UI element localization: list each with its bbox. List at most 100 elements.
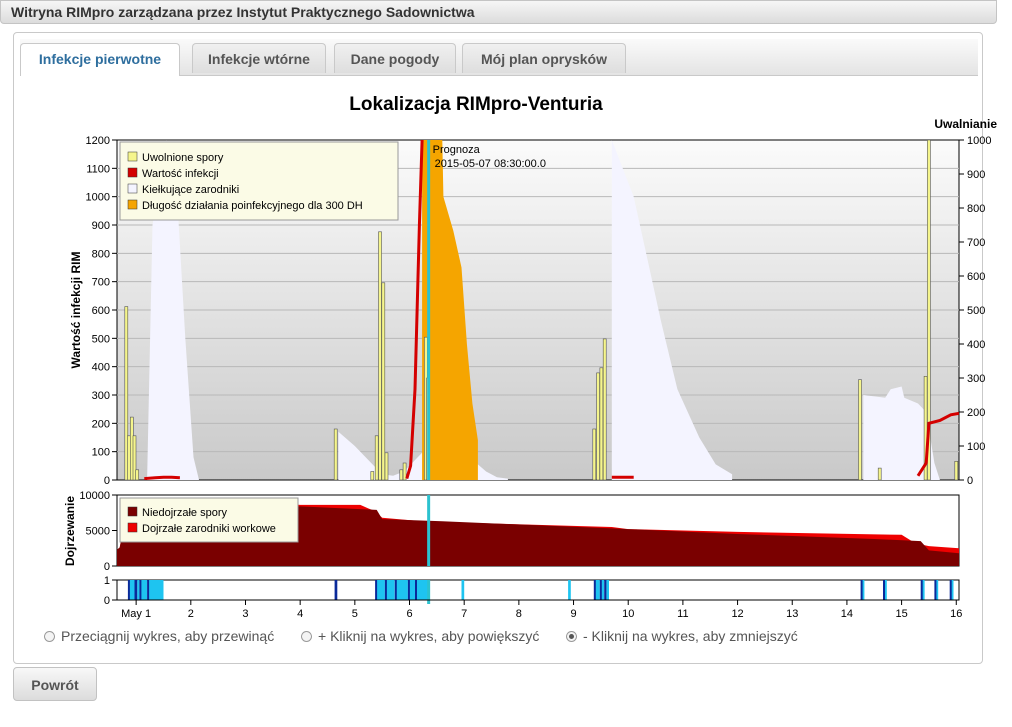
wetness-plot-area[interactable]: [116, 579, 960, 601]
released-spores-bar: [135, 469, 139, 480]
legend-label-germinating-spores: Kiełkujące zarodniki: [142, 184, 239, 196]
x-tick-label: 11: [677, 608, 688, 620]
legend-swatch-germinating-spores: [127, 183, 138, 194]
legend-swatch-immature-spores: [127, 506, 138, 517]
wetness-bar-dark: [415, 580, 417, 600]
wetness-bar-light: [416, 580, 429, 600]
wetness-bar-dark: [384, 580, 387, 600]
released-spores-bar: [333, 428, 338, 480]
wetness-bar-light: [606, 580, 609, 600]
x-tick-label: 7: [461, 608, 467, 620]
x-tick-label: 13: [786, 608, 798, 620]
wetness-bar-light: [409, 580, 415, 600]
legend-swatch-mature-ascospores: [127, 522, 138, 533]
y-axis-label-right: Uwalnianie: [934, 117, 997, 131]
wetness-bar-dark: [375, 580, 378, 600]
y-tick-label-left: 400: [92, 362, 110, 374]
legend-swatch-infection-value: [127, 167, 138, 178]
released-spores-bar: [877, 467, 882, 480]
legend-swatch-released-spores: [127, 151, 138, 162]
wetness-bar-light: [922, 580, 925, 600]
x-tick-label: 4: [297, 608, 303, 620]
wetness-bar-dark: [604, 580, 607, 600]
wetness-bar-dark: [883, 580, 885, 600]
y-tick-label-right: 200: [967, 407, 985, 419]
wetness-bar-dark: [593, 580, 596, 600]
x-tick-label: May 1: [121, 608, 151, 620]
wetness-bar-light: [376, 580, 385, 600]
forecast-datetime: 2015-05-07 08:30:00.0: [435, 158, 546, 170]
wetness-bar-dark: [599, 580, 602, 600]
option-drag-scroll[interactable]: Przeciągnij wykres, aby przewinąć: [44, 628, 274, 644]
wetness-bar-dark: [334, 580, 338, 600]
wetness-bar-dark: [134, 580, 138, 600]
y-tick-label-left: 700: [92, 277, 110, 289]
rimpro-chart[interactable]: Lokalizacja RIMpro-Venturia 010020030040…: [0, 0, 1012, 627]
radio-zoom-in[interactable]: [301, 630, 312, 642]
wetness-bar-light: [148, 580, 164, 600]
wetness-bar-dark: [127, 580, 130, 600]
y-tick-label-right: 600: [967, 271, 985, 283]
wetness-bar-dark: [407, 580, 410, 600]
wetness-bar-light: [396, 580, 408, 600]
legend-label-post-infection: Długość działania poinfekcyjnego dla 300…: [142, 200, 363, 212]
option-zoom-out-label: - Kliknij na wykres, aby zmniejszyć: [583, 628, 798, 644]
legend-label-mature-ascospores: Dojrzałe zarodniki workowe: [142, 523, 276, 535]
wetness-bar-dark: [934, 580, 937, 600]
wetness-bar-light: [137, 580, 140, 600]
wetness-bar-light: [595, 580, 600, 600]
radio-zoom-out[interactable]: [566, 630, 577, 642]
released-spores-bar: [374, 435, 379, 480]
legend-label-immature-spores: Niedojrzałe spory: [142, 507, 227, 519]
y-tick-label-right: 400: [967, 339, 985, 351]
y-tick-label-right: 100: [967, 441, 985, 453]
option-zoom-out[interactable]: - Kliknij na wykres, aby zmniejszyć: [566, 628, 798, 644]
wetness-y-tick-label: 1: [104, 575, 110, 587]
released-spores-bar: [596, 372, 600, 480]
maturation-legend: Niedojrzałe spory Dojrzałe zarodniki wor…: [119, 497, 299, 543]
y-tick-label-right: 500: [967, 305, 985, 317]
wetness-bar-dark: [147, 580, 150, 600]
wetness-bar-dark: [860, 580, 863, 600]
released-spores-bar: [592, 428, 597, 480]
x-tick-label: 8: [516, 608, 522, 620]
x-tick-label: 14: [841, 608, 853, 620]
y-tick-label-left: 600: [92, 305, 110, 317]
released-spores-bar: [378, 231, 382, 480]
y-axis-label-left: Wartość infekcji RIM: [69, 252, 83, 369]
x-tick-label: 12: [731, 608, 743, 620]
y-tick-label-right: 800: [967, 203, 985, 215]
legend-label-infection-value: Wartość infekcji: [142, 168, 219, 180]
x-tick-label: 9: [570, 608, 576, 620]
back-button[interactable]: Powrót: [13, 667, 97, 701]
wetness-bar-light: [601, 580, 605, 600]
wetness-y-tick-label: 0: [104, 595, 110, 607]
chart-mode-options: Przeciągnij wykres, aby przewinąć + Klik…: [0, 628, 1012, 650]
wetness-bar-dark: [139, 580, 142, 600]
radio-drag-scroll[interactable]: [44, 630, 55, 642]
y-tick-label-right: 1000: [967, 135, 991, 147]
y-tick-label-right: 700: [967, 237, 985, 249]
maturation-y-label: Dojrzewanie: [63, 496, 77, 566]
wetness-bar-light: [568, 580, 571, 600]
y-tick-label-left: 1100: [86, 163, 110, 175]
released-spores-bar: [602, 338, 607, 480]
wetness-bar-light: [129, 580, 135, 600]
main-legend: Uwolnione spory Wartość infekcji Kiełkuj…: [119, 141, 399, 221]
x-tick-label: 16: [950, 608, 962, 620]
wetness-bar-dark: [394, 580, 397, 600]
wetness-bar-light: [140, 580, 148, 600]
y-tick-label-left: 300: [92, 390, 110, 402]
legend-swatch-post-infection: [127, 199, 138, 210]
x-tick-label: 2: [188, 608, 194, 620]
released-spores-bar: [858, 379, 862, 480]
maturation-y-tick-label: 10000: [79, 490, 110, 502]
wetness-bar-dark: [949, 580, 952, 600]
infection-value-line: [144, 475, 180, 480]
option-zoom-in-label: + Kliknij na wykres, aby powiększyć: [318, 628, 540, 644]
option-zoom-in[interactable]: + Kliknij na wykres, aby powiększyć: [301, 628, 539, 644]
x-tick-label: 10: [622, 608, 634, 620]
y-tick-label-right: 900: [967, 169, 985, 181]
x-tick-label: 15: [895, 608, 907, 620]
released-spores-bar: [381, 282, 386, 480]
